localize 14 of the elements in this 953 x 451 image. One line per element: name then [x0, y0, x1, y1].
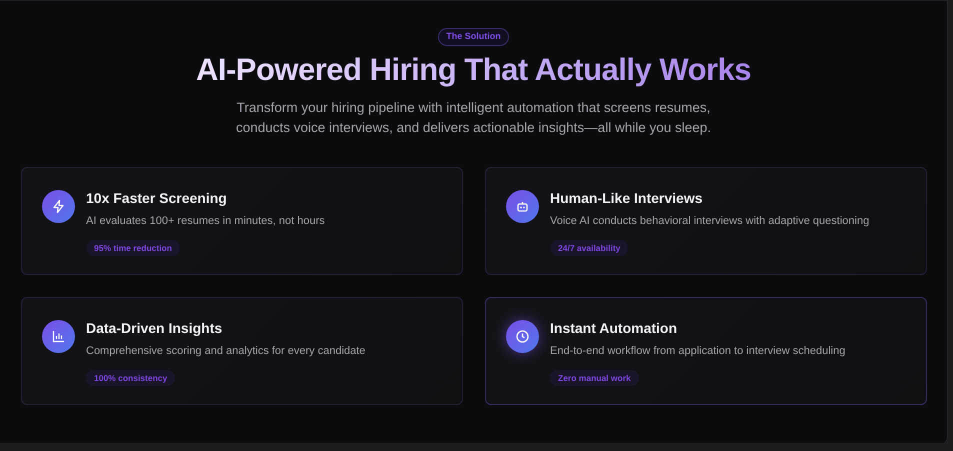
feature-tag: 100% consistency: [86, 370, 176, 386]
feature-title: Data-Driven Insights: [86, 320, 224, 338]
feature-tag: 24/7 availability: [550, 240, 628, 256]
feature-description: End-to-end workflow from application to interview scheduling: [550, 344, 846, 360]
eyebrow-badge: The Solution: [438, 28, 509, 46]
feature-tag: Zero manual work: [550, 370, 639, 386]
feature-tag: 95% time reduction: [86, 240, 180, 256]
feature-title: Human-Like Interviews: [550, 190, 704, 208]
feature-description: AI evaluates 100+ resumes in minutes, not hours: [86, 214, 325, 230]
page-subheading: Transform your hiring pipeline with intelligent automation that screens resumes, conducts voice interviews, and delivers actionable insights—all while you sleep.: [235, 99, 712, 137]
feature-title: Instant Automation: [550, 320, 678, 338]
feature-title: 10x Faster Screening: [86, 190, 228, 208]
feature-description: Voice AI conducts behavioral interviews with adaptive questioning: [550, 214, 870, 230]
feature-description: Comprehensive scoring and analytics for every candidate: [86, 344, 366, 360]
